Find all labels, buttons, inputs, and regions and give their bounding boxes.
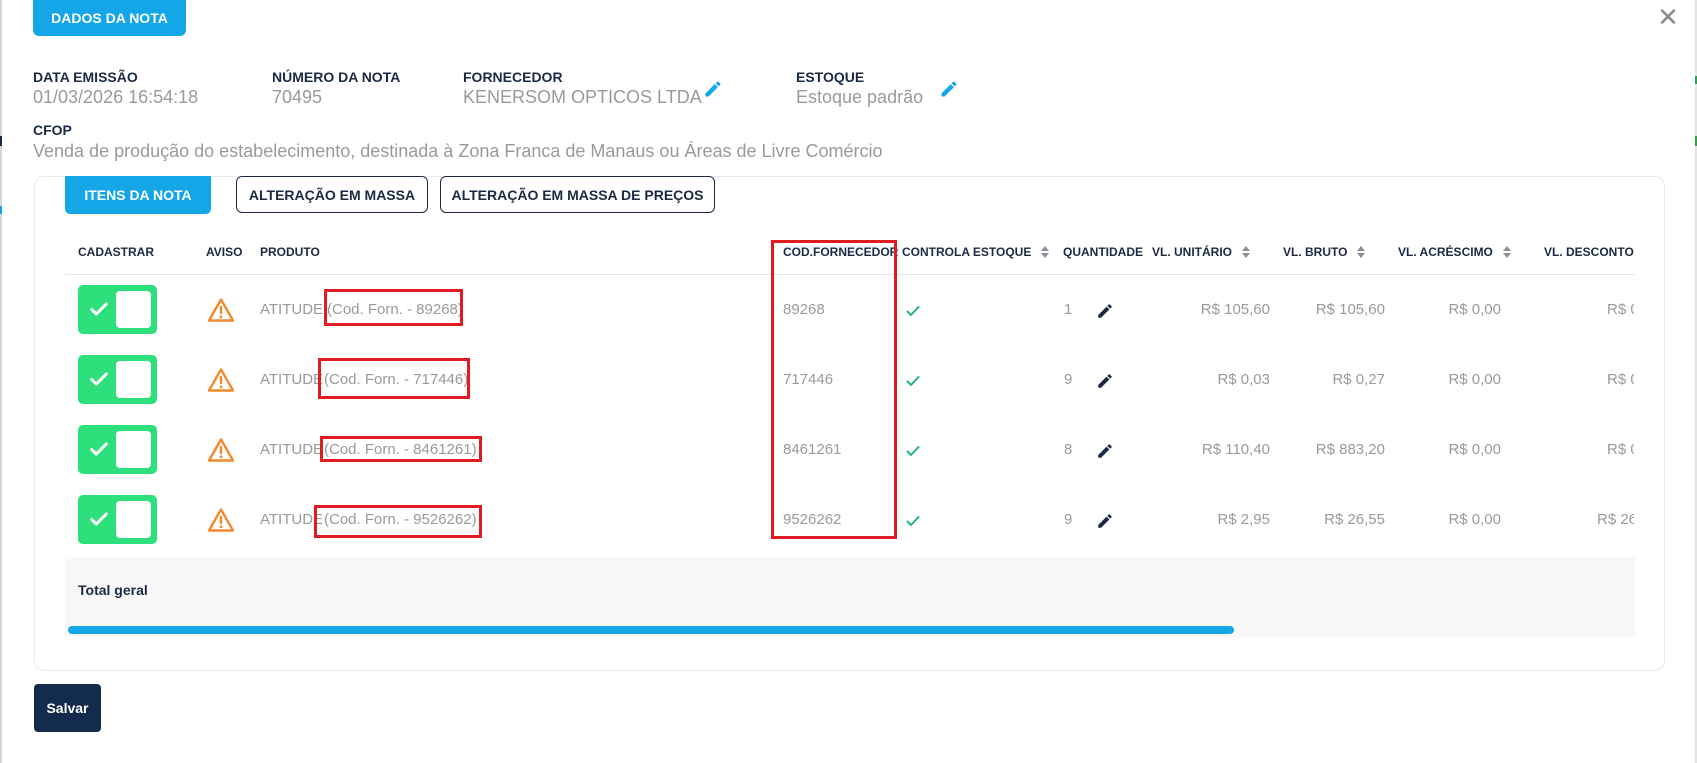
toggle-knob	[116, 431, 151, 468]
tab-itens-da-nota[interactable]: ITENS DA NOTA	[65, 176, 211, 214]
col-header-quantidade[interactable]: QUANTIDADE	[1063, 245, 1143, 259]
quantidade-value: 9	[1064, 511, 1073, 528]
highlight-box	[324, 289, 463, 326]
warning-icon	[207, 368, 235, 392]
edit-quantidade-icon[interactable]	[1096, 512, 1114, 530]
check-icon	[90, 442, 108, 456]
produto-name: ATITUDE	[260, 301, 324, 318]
cadastrar-toggle[interactable]	[78, 355, 157, 404]
vl-desconto-value: R$ 0,00	[1607, 441, 1634, 458]
toggle-knob	[116, 361, 151, 398]
estoque-label: ESTOQUE	[796, 69, 865, 85]
fornecedor-label: FORNECEDOR	[463, 69, 563, 85]
col-header-controla-estoque[interactable]: CONTROLA ESTOQUE	[902, 245, 1050, 259]
estoque-value: Estoque padrão	[796, 87, 924, 107]
edit-quantidade-icon[interactable]	[1096, 372, 1114, 390]
cadastrar-toggle[interactable]	[78, 425, 157, 474]
highlight-box-cod-fornecedor	[771, 240, 897, 539]
check-icon	[906, 376, 920, 387]
vl-unitario-value: R$ 0,03	[1217, 371, 1270, 388]
toggle-knob	[116, 291, 151, 328]
vl-unitario-value: R$ 105,60	[1200, 301, 1270, 318]
alteracao-precos-button[interactable]: ALTERAÇÃO EM MASSA DE PREÇOS	[440, 176, 715, 213]
cadastrar-toggle[interactable]	[78, 495, 157, 544]
vl-desconto-value: R$ 0,00	[1607, 371, 1634, 388]
check-icon	[90, 512, 108, 526]
check-icon	[906, 446, 920, 457]
warning-icon	[207, 298, 235, 322]
warning-icon	[207, 508, 235, 532]
sort-icon[interactable]	[1242, 246, 1250, 258]
cfop-value: Venda de produção do estabelecimento, de…	[33, 141, 883, 161]
highlight-box	[320, 436, 482, 462]
quantidade-value: 1	[1064, 301, 1073, 318]
edit-quantidade-icon[interactable]	[1096, 442, 1114, 460]
vl-bruto-value: R$ 105,60	[1315, 301, 1385, 318]
edit-fornecedor-icon[interactable]	[703, 79, 723, 99]
produto-name: ATITUDE	[260, 371, 324, 388]
total-row	[65, 557, 1635, 637]
vl-acrescimo-value: R$ 0,00	[1448, 441, 1501, 458]
alteracao-em-massa-button[interactable]: ALTERAÇÃO EM MASSA	[236, 176, 428, 213]
sort-icon[interactable]	[1357, 246, 1366, 258]
highlight-box	[318, 358, 470, 399]
horizontal-scrollbar[interactable]	[68, 626, 1234, 634]
check-icon	[906, 306, 920, 317]
save-button[interactable]: Salvar	[34, 684, 101, 732]
quantidade-value: 9	[1064, 371, 1073, 388]
fornecedor-value: KENERSOM OPTICOS LTDA	[463, 87, 702, 107]
toggle-knob	[116, 501, 151, 538]
check-icon	[90, 372, 108, 386]
vl-acrescimo-value: R$ 0,00	[1448, 371, 1501, 388]
total-geral-label: Total geral	[78, 582, 148, 598]
background-edge-mark	[0, 136, 2, 146]
background-edge-mark	[0, 206, 2, 214]
vl-desconto-value: R$ 0,00	[1607, 301, 1634, 318]
close-icon[interactable]: ✕	[1656, 5, 1680, 31]
numero-nota-label: NÚMERO DA NOTA	[272, 69, 401, 85]
cadastrar-toggle[interactable]	[78, 285, 157, 334]
vl-bruto-value: R$ 0,27	[1332, 371, 1385, 388]
col-header-cadastrar: CADASTRAR	[78, 245, 154, 259]
col-header-vl-acrescimo[interactable]: VL. ACRÉSCIMO	[1398, 245, 1511, 259]
vl-acrescimo-value: R$ 0,00	[1448, 301, 1501, 318]
col-header-aviso: AVISO	[206, 245, 243, 259]
col-header-vl-unitario[interactable]: VL. UNITÁRIO	[1152, 245, 1250, 259]
numero-nota-value: 70495	[272, 87, 323, 107]
quantidade-value: 8	[1064, 441, 1073, 458]
col-header-vl-bruto[interactable]: VL. BRUTO	[1283, 245, 1366, 259]
data-emissao-value: 01/03/2026 16:54:18	[33, 87, 199, 107]
sort-icon[interactable]	[1041, 246, 1050, 258]
check-icon	[90, 302, 108, 316]
check-icon	[906, 516, 920, 527]
edit-estoque-icon[interactable]	[939, 79, 959, 99]
col-header-vl-desconto[interactable]: VL. DESCONTO	[1544, 245, 1634, 259]
tab-dados-da-nota[interactable]: DADOS DA NOTA	[33, 0, 186, 36]
vl-desconto-value: R$ 26	[1597, 511, 1634, 528]
edit-quantidade-icon[interactable]	[1096, 302, 1114, 320]
vl-unitario-value: R$ 110,40	[1201, 441, 1270, 458]
window-left-edge	[0, 0, 2, 763]
vl-bruto-value: R$ 883,20	[1315, 441, 1385, 458]
produto-name: ATITUDE	[260, 441, 324, 458]
col-header-produto: PRODUTO	[260, 245, 320, 259]
vl-bruto-value: R$ 26,55	[1324, 511, 1385, 528]
sort-icon[interactable]	[1502, 246, 1511, 258]
vl-acrescimo-value: R$ 0,00	[1448, 511, 1501, 528]
vl-unitario-value: R$ 2,95	[1217, 511, 1270, 528]
data-emissao-label: DATA EMISSÃO	[33, 69, 138, 85]
highlight-box	[314, 505, 482, 538]
cfop-label: CFOP	[33, 122, 72, 138]
warning-icon	[207, 438, 235, 462]
